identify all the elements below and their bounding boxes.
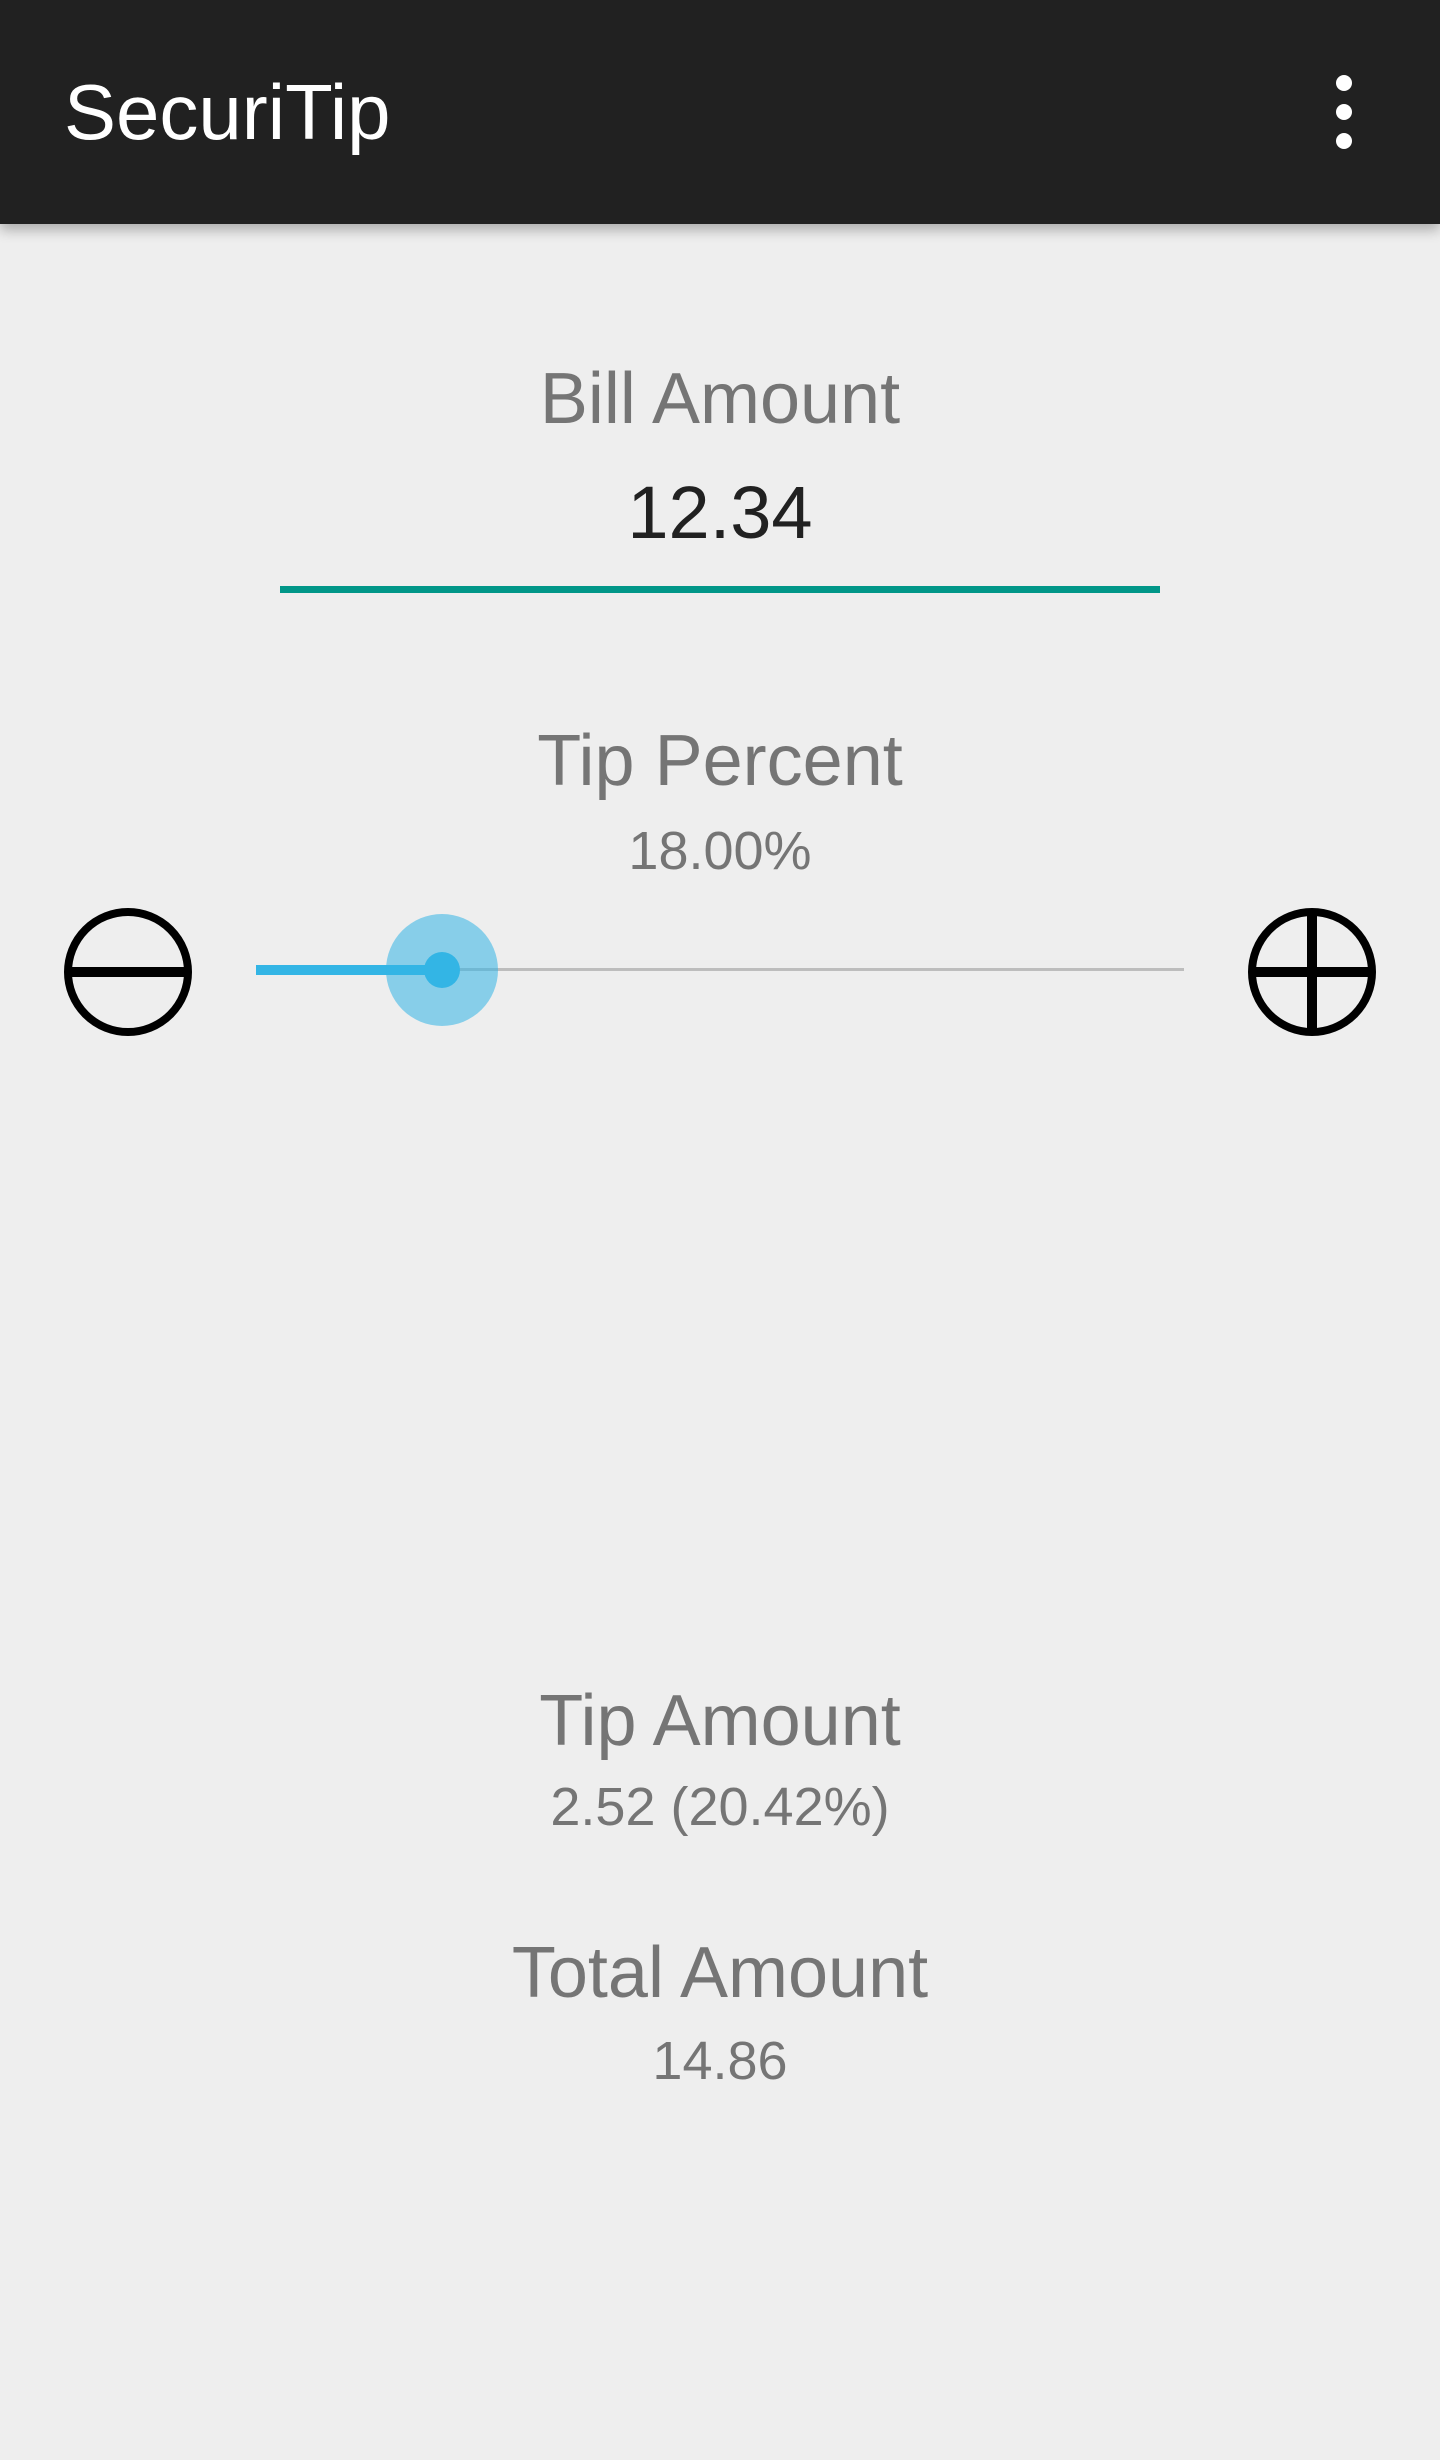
tip-percent-slider[interactable] — [256, 910, 1184, 1030]
tip-percent-value: 18.00% — [628, 821, 812, 881]
app-title: SecuriTip — [64, 68, 391, 156]
total-amount-value: 14.86 — [652, 2031, 788, 2091]
total-amount-label: Total Amount — [511, 1933, 929, 2013]
bill-amount-label: Bill Amount — [539, 359, 901, 439]
bill-amount-input[interactable] — [280, 462, 1160, 562]
plus-circle-icon[interactable] — [1246, 906, 1378, 1038]
tip-percent-label: Tip Percent — [537, 721, 903, 801]
bill-amount-underline — [280, 586, 1160, 593]
minus-circle-icon[interactable] — [62, 906, 194, 1038]
tip-amount-value: 2.52 (20.42%) — [550, 1777, 890, 1837]
slider-thumb[interactable] — [424, 952, 460, 988]
tip-amount-label: Tip Amount — [539, 1681, 901, 1761]
app-bar: SecuriTip — [0, 0, 1440, 224]
more-vert-icon[interactable] — [1296, 62, 1392, 162]
